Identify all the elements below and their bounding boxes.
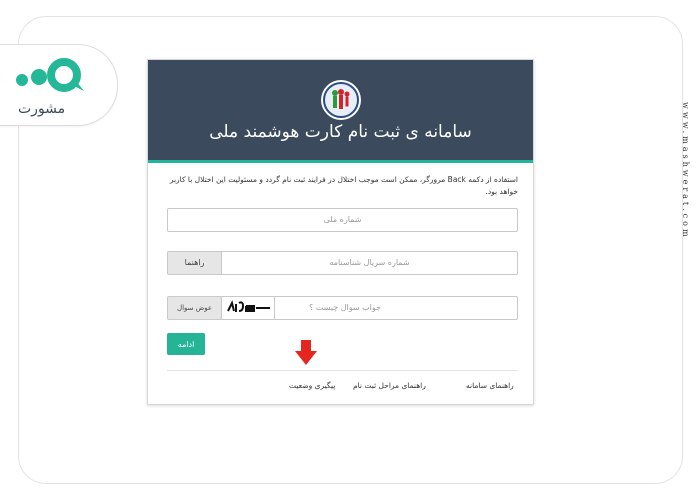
card-header: سامانه ی ثبت نام کارت هوشمند ملی [148,60,533,163]
serial-placeholder: شماره سریال شناسنامه [329,258,410,267]
birth-certificate-serial-field[interactable]: راهنما شماره سریال شناسنامه [167,251,518,275]
watermark-logo: مشورت [0,44,118,126]
captcha-image [224,299,274,317]
red-down-arrow-icon [295,340,317,365]
header-accent-line [148,160,533,163]
footer-divider [167,370,518,371]
watermark-url: www.mashwerat.com [681,102,690,240]
civil-registration-emblem-icon [321,80,361,120]
national-id-field[interactable]: شماره ملی [167,208,518,232]
serial-help-button[interactable]: راهنما [168,252,222,274]
captcha-answer-field[interactable]: عوض سوال جواب سوال چیست ؟ [167,296,518,320]
registration-card: سامانه ی ثبت نام کارت هوشمند ملی استفاده… [147,59,534,405]
page-title: سامانه ی ثبت نام کارت هوشمند ملی [209,122,472,142]
captcha-placeholder: جواب سوال چیست ؟ [309,303,381,312]
registration-steps-guide-link[interactable]: راهنمای مراحل ثبت نام [353,381,426,390]
national-id-placeholder: شماره ملی [323,215,362,224]
status-tracking-link[interactable]: پیگیری وضعیت [289,381,335,390]
change-question-button[interactable]: عوض سوال [168,297,222,319]
continue-button[interactable]: ادامه [167,333,205,355]
logo-wordmark: مشورت [18,101,66,117]
system-guide-link[interactable]: راهنمای سامانه [466,381,514,390]
back-button-notice: استفاده از دکمه Back مرورگر، ممکن است مو… [169,175,518,196]
logo-bubbles-icon [16,58,84,92]
